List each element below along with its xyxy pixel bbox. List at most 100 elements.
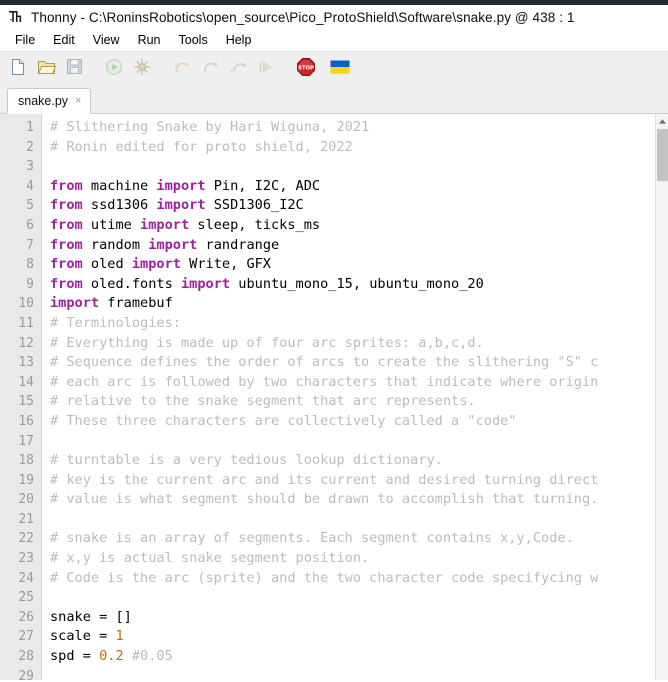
menu-view[interactable]: View xyxy=(84,31,129,49)
thonny-window: Thonny - C:\RoninsRobotics\open_source\P… xyxy=(0,0,668,682)
code-line[interactable]: scale = 1 xyxy=(50,627,668,647)
line-number: 15 xyxy=(18,394,34,410)
code-line[interactable]: spd = 0.2 #0.05 xyxy=(50,647,668,667)
code-token-com: # key is the current arc and its current… xyxy=(50,471,599,488)
code-token-kw: from xyxy=(50,256,83,273)
step-over-button[interactable] xyxy=(169,56,195,82)
scrollbar-track[interactable] xyxy=(656,181,668,680)
code-line[interactable]: snake = [] xyxy=(50,608,668,628)
code-line[interactable] xyxy=(50,510,668,530)
code-line[interactable]: # Code is the arc (sprite) and the two c… xyxy=(50,569,668,589)
code-token-plain: randrange xyxy=(197,236,280,253)
save-button[interactable] xyxy=(61,56,87,82)
code-line[interactable]: # each arc is followed by two characters… xyxy=(50,373,668,393)
tab-snake-py[interactable]: snake.py × xyxy=(7,88,92,114)
code-token-plain: utime xyxy=(82,216,141,233)
code-token-com: #0.05 xyxy=(131,648,173,665)
code-token-plain: Pin, I2C, ADC xyxy=(205,177,321,194)
step-into-icon xyxy=(201,58,219,81)
line-number: 16 xyxy=(18,413,34,429)
step-into-button[interactable] xyxy=(197,56,223,82)
line-number: 19 xyxy=(18,472,34,488)
stop-button[interactable]: STOP xyxy=(293,56,319,82)
code-token-plain: sleep, ticks_ms xyxy=(189,216,321,233)
code-line[interactable] xyxy=(50,157,668,177)
code-line[interactable]: # Terminologies: xyxy=(50,314,668,334)
stop-sign-icon: STOP xyxy=(296,57,316,82)
code-line[interactable]: from machine import Pin, I2C, ADC xyxy=(50,177,668,197)
resume-button[interactable] xyxy=(253,56,279,82)
debug-bug-icon xyxy=(133,58,151,81)
code-token-plain: Write, GFX xyxy=(180,256,271,273)
code-editor[interactable]: 1 2 3 4 5 6 7 8 9 10 11 12 13 14 15 16 17 18 19 20 21 22 23 24 2… xyxy=(0,114,668,680)
line-number: 21 xyxy=(18,511,34,527)
scrollbar-thumb[interactable] xyxy=(657,129,668,181)
code-token-plain: spd = xyxy=(50,648,100,665)
line-number: 6 xyxy=(26,217,34,233)
code-token-com: # Everything is made up of four arc spri… xyxy=(50,334,484,351)
line-number: 18 xyxy=(18,453,34,469)
code-token-com: # Code is the arc (sprite) and the two c… xyxy=(50,569,599,586)
code-token-com: # Ronin edited for proto shield, 2022 xyxy=(50,138,353,155)
open-folder-icon xyxy=(37,58,56,81)
code-line[interactable]: from ssd1306 import SSD1306_I2C xyxy=(50,196,668,216)
scroll-up-arrow-icon[interactable] xyxy=(656,114,668,129)
line-number: 20 xyxy=(18,492,34,508)
close-icon[interactable]: × xyxy=(74,95,82,107)
step-out-button[interactable] xyxy=(225,56,251,82)
line-number: 24 xyxy=(18,570,34,586)
ukraine-flag-icon xyxy=(330,59,350,80)
new-file-button[interactable] xyxy=(5,56,31,82)
code-line[interactable]: from random import randrange xyxy=(50,236,668,256)
code-line[interactable]: # Everything is made up of four arc spri… xyxy=(50,334,668,354)
resume-icon xyxy=(257,58,275,81)
code-line[interactable]: # Sequence defines the order of arcs to … xyxy=(50,353,668,373)
code-token-plain: scale = xyxy=(50,628,116,645)
code-line[interactable] xyxy=(50,588,668,608)
line-number: 25 xyxy=(18,590,34,606)
code-line[interactable]: # key is the current arc and its current… xyxy=(50,471,668,491)
debug-button[interactable] xyxy=(129,56,155,82)
editor-tab-bar: snake.py × xyxy=(0,86,668,114)
menu-run[interactable]: Run xyxy=(129,31,170,49)
line-number-gutter: 1 2 3 4 5 6 7 8 9 10 11 12 13 14 15 16 17 18 19 20 21 22 23 24 2… xyxy=(0,114,42,680)
code-line[interactable]: # turntable is a very tedious lookup dic… xyxy=(50,451,668,471)
code-line[interactable] xyxy=(50,432,668,452)
code-token-com: # Slithering Snake by Hari Wiguna, 2021 xyxy=(50,119,370,135)
code-line[interactable] xyxy=(50,667,668,680)
code-line[interactable]: # x,y is actual snake segment position. xyxy=(50,549,668,569)
line-number: 12 xyxy=(18,335,34,351)
code-line[interactable]: # Ronin edited for proto shield, 2022 xyxy=(50,138,668,158)
code-token-com: # These three characters are collectivel… xyxy=(50,412,517,429)
menu-tools[interactable]: Tools xyxy=(170,31,217,49)
code-line[interactable]: # Slithering Snake by Hari Wiguna, 2021 xyxy=(50,118,668,138)
code-token-kw: from xyxy=(50,236,83,253)
code-line[interactable]: # value is what segment should be drawn … xyxy=(50,490,668,510)
line-number: 26 xyxy=(18,609,34,625)
open-file-button[interactable] xyxy=(33,56,59,82)
code-line[interactable]: # These three characters are collectivel… xyxy=(50,412,668,432)
code-line[interactable]: # snake is an array of segments. Each se… xyxy=(50,529,668,549)
code-line[interactable]: import framebuf xyxy=(50,294,668,314)
menu-file[interactable]: File xyxy=(6,31,44,49)
editor-vertical-scrollbar[interactable] xyxy=(655,114,668,680)
code-line[interactable]: # relative to the snake segment that arc… xyxy=(50,392,668,412)
menu-bar: File Edit View Run Tools Help xyxy=(0,29,668,51)
line-number: 3 xyxy=(26,159,34,175)
code-token-kw: import xyxy=(140,216,190,233)
code-token-plain: random xyxy=(82,236,149,253)
code-token-kw: import xyxy=(131,256,181,273)
line-number: 9 xyxy=(26,276,34,292)
code-line[interactable]: from oled.fonts import ubuntu_mono_15, u… xyxy=(50,275,668,295)
menu-help[interactable]: Help xyxy=(217,31,261,49)
run-button[interactable] xyxy=(101,56,127,82)
code-line[interactable]: from oled import Write, GFX xyxy=(50,255,668,275)
code-text-area[interactable]: # Slithering Snake by Hari Wiguna, 2021 #… xyxy=(42,114,668,680)
toolbar: STOP xyxy=(0,51,668,86)
code-token-plain: oled xyxy=(82,256,132,273)
code-line[interactable]: from utime import sleep, ticks_ms xyxy=(50,216,668,236)
support-ukraine-button[interactable] xyxy=(327,56,353,82)
tab-label: snake.py xyxy=(18,94,69,108)
code-token-num: 1 xyxy=(115,628,124,645)
menu-edit[interactable]: Edit xyxy=(44,31,84,49)
